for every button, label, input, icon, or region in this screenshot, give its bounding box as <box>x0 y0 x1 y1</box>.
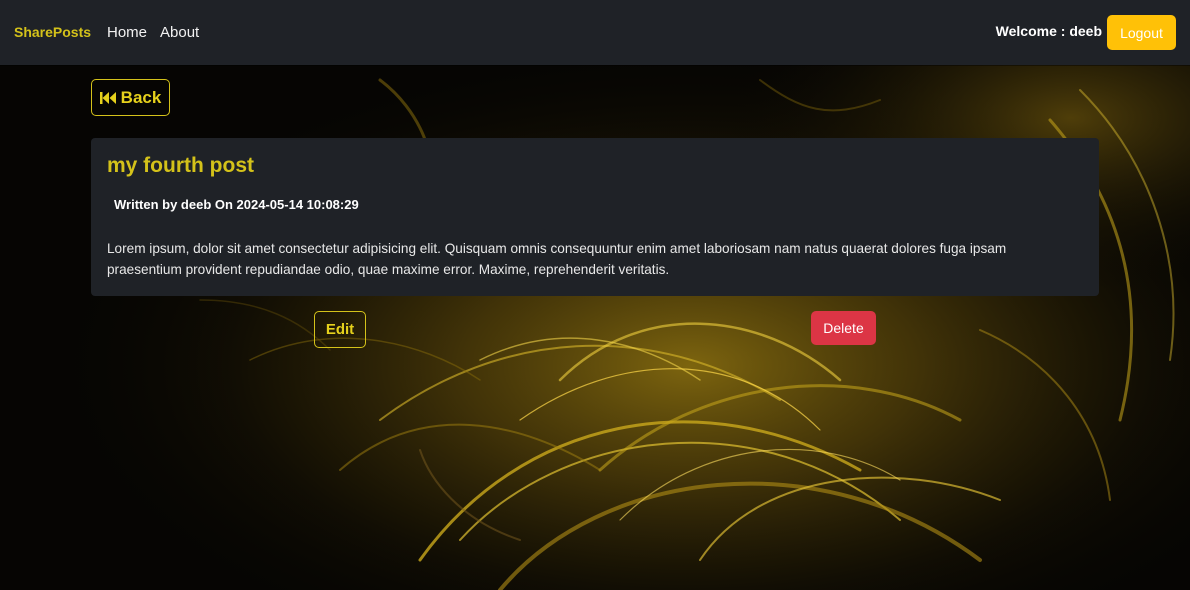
welcome-text: Welcome : deeb <box>995 23 1102 39</box>
back-button[interactable]: Back <box>91 79 170 116</box>
navbar: SharePosts Home About Welcome : deeb Log… <box>0 0 1190 65</box>
backward-icon <box>99 91 116 104</box>
edit-button[interactable]: Edit <box>314 311 366 348</box>
brand-logo[interactable]: SharePosts <box>14 24 91 40</box>
logout-button[interactable]: Logout <box>1107 15 1176 50</box>
post-meta: Written by deeb On 2024-05-14 10:08:29 <box>114 197 359 212</box>
post-body: Lorem ipsum, dolor sit amet consectetur … <box>107 241 1007 277</box>
post-card: my fourth post Written by deeb On 2024-0… <box>91 138 1099 296</box>
nav-link-about[interactable]: About <box>160 24 199 41</box>
nav-link-home[interactable]: Home <box>107 24 147 41</box>
back-button-label: Back <box>120 87 162 107</box>
delete-button[interactable]: Delete <box>811 311 876 345</box>
post-title: my fourth post <box>107 154 254 177</box>
